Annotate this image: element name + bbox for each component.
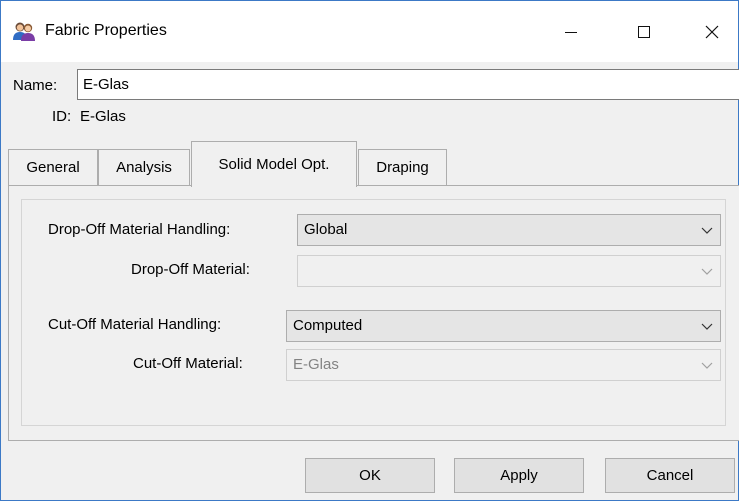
chevron-down-icon [701, 268, 713, 275]
tab-general[interactable]: General [8, 149, 98, 185]
maximize-button[interactable] [621, 1, 667, 62]
apply-button[interactable]: Apply [454, 458, 584, 493]
id-value: E-Glas [80, 108, 126, 125]
chevron-down-icon [701, 323, 713, 330]
cutoff-handling-select[interactable]: Computed [286, 310, 721, 342]
cutoff-handling-label: Cut-Off Material Handling: [48, 316, 222, 333]
minimize-icon [565, 31, 577, 33]
minimize-button[interactable] [548, 1, 594, 62]
title-bar: Fabric Properties [1, 1, 738, 62]
dropoff-material-select[interactable] [297, 255, 721, 287]
id-label: ID: [52, 108, 72, 125]
chevron-down-icon [701, 227, 713, 234]
cutoff-material-label: Cut-Off Material: [133, 355, 243, 372]
cutoff-material-select[interactable]: E-Glas [286, 349, 721, 381]
dropoff-handling-label: Drop-Off Material Handling: [48, 221, 231, 238]
tab-solid-model-opt[interactable]: Solid Model Opt. [191, 141, 357, 187]
maximize-icon [638, 25, 650, 38]
dropoff-handling-select[interactable]: Global [297, 214, 721, 246]
ok-button[interactable]: OK [305, 458, 435, 493]
chevron-down-icon [701, 362, 713, 369]
cutoff-material-value: E-Glas [293, 356, 339, 373]
fabric-properties-window: Fabric Properties Name: ID: E-Glas Gener… [0, 0, 739, 501]
solid-model-options-group: Drop-Off Material Handling: Global Drop-… [21, 199, 726, 426]
close-icon [705, 25, 719, 38]
tab-draping[interactable]: Draping [358, 149, 447, 185]
cancel-button[interactable]: Cancel [605, 458, 735, 493]
users-icon [13, 22, 35, 41]
dropoff-handling-value: Global [304, 221, 348, 238]
close-button[interactable] [689, 1, 735, 62]
name-input[interactable] [77, 69, 739, 100]
tab-analysis[interactable]: Analysis [98, 149, 190, 185]
dropoff-material-label: Drop-Off Material: [131, 261, 250, 278]
cutoff-handling-value: Computed [293, 317, 363, 334]
name-label: Name: [13, 77, 58, 94]
window-title: Fabric Properties [45, 22, 167, 39]
tab-panel: Drop-Off Material Handling: Global Drop-… [8, 185, 739, 441]
